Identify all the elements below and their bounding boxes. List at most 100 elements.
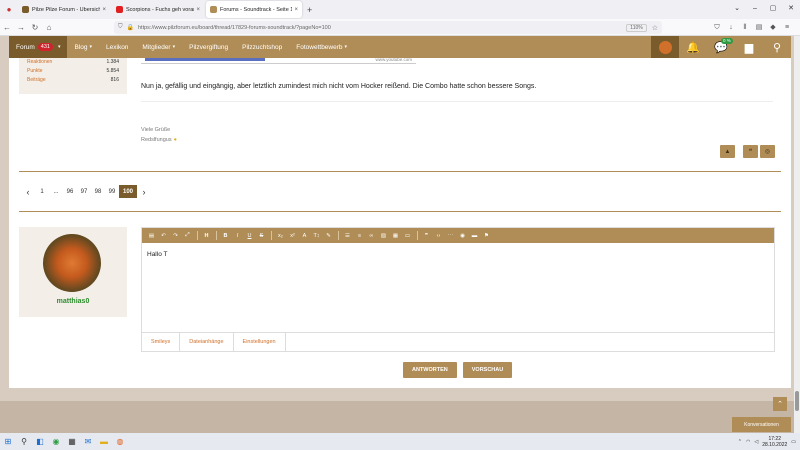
page-link[interactable]: 98 (91, 185, 105, 198)
superscript-button[interactable]: x² (287, 230, 298, 241)
tab-attachments[interactable]: Dateianhänge (180, 333, 234, 351)
quote-button[interactable]: ❝ (743, 145, 758, 158)
stat-label[interactable]: Punkte (27, 67, 43, 76)
page-link[interactable]: 96 (63, 185, 77, 198)
home-icon[interactable]: ⌂ (42, 23, 56, 32)
browser-tab[interactable]: Pilze Pilze Forum - Übersicht der× (18, 1, 110, 18)
search-icon[interactable]: ⚲ (16, 435, 32, 449)
redo-icon[interactable]: ↷ (170, 230, 181, 241)
code-icon[interactable]: ‹› (433, 230, 444, 241)
video-embed[interactable]: www.youtube.com (141, 57, 416, 64)
subscript-button[interactable]: x₂ (275, 230, 286, 241)
video-source[interactable]: www.youtube.com (375, 57, 412, 62)
quote-icon[interactable]: ❞ (421, 230, 432, 241)
address-bar[interactable]: ⛉ 🔒 https://www.pilzforum.eu/board/threa… (114, 21, 662, 34)
widgets-icon[interactable]: ◧ (32, 435, 48, 449)
bold-button[interactable]: B (220, 230, 231, 241)
username[interactable]: matthias0 (19, 298, 127, 305)
notes-button[interactable]: ▆ (735, 36, 763, 58)
back-icon[interactable]: ← (0, 23, 14, 32)
wifi-icon[interactable]: ◠ (746, 439, 750, 445)
prev-page-icon[interactable]: ‹ (21, 185, 35, 198)
nav-item-pilzzuchtshop[interactable]: Pilzzuchtshop (235, 36, 289, 58)
user-avatar-button[interactable] (651, 36, 679, 58)
screen-icon[interactable]: ▬ (469, 230, 480, 241)
list-icon[interactable]: ☰ (342, 230, 353, 241)
search-button[interactable]: ⚲ (763, 36, 791, 58)
flag-icon[interactable]: ⚑ (481, 230, 492, 241)
page-current[interactable]: 100 (119, 185, 137, 198)
conversations-button[interactable]: Konversationen (732, 417, 791, 432)
avatar[interactable] (43, 234, 101, 292)
submit-button[interactable]: ANTWORTEN (403, 362, 457, 378)
close-icon[interactable]: × (294, 7, 298, 13)
page-scrollbar[interactable] (794, 36, 800, 433)
minimize-icon[interactable]: – (746, 0, 764, 17)
table-icon[interactable]: ▦ (390, 230, 401, 241)
firefox-icon[interactable]: ◍ (112, 435, 128, 449)
firefox-view-icon[interactable]: ● (0, 5, 18, 14)
mail-icon[interactable]: ✉ (80, 435, 96, 449)
nav-item-lexikon[interactable]: Lexikon (99, 36, 135, 58)
zoom-level[interactable]: 110% (626, 23, 647, 32)
reply-button[interactable]: ◎ (760, 145, 775, 158)
stat-label[interactable]: Reaktionen (27, 58, 52, 67)
maximize-icon[interactable]: ▢ (764, 0, 782, 17)
calendar-icon[interactable]: ▦ (64, 435, 80, 449)
page-link[interactable]: 99 (105, 185, 119, 198)
pocket-icon[interactable]: ⛉ (710, 21, 724, 34)
media-icon[interactable]: ▭ (402, 230, 413, 241)
browser-tab[interactable]: Scorpions - Fuchs geh voran - AKBWARR× (112, 1, 204, 18)
font-color-button[interactable]: A (299, 230, 310, 241)
library-icon[interactable]: ⫴ (738, 21, 752, 34)
tray-chevron-icon[interactable]: ⌃ (738, 439, 742, 445)
tab-list-icon[interactable]: ⌄ (728, 0, 746, 17)
forward-icon[interactable]: → (14, 23, 28, 32)
tab-smileys[interactable]: Smileys (142, 333, 181, 351)
align-icon[interactable]: ≡ (354, 230, 365, 241)
notifications-button[interactable]: 🔔 (679, 36, 707, 58)
nav-item-blog[interactable]: Blog ▾ (67, 36, 99, 58)
font-size-button[interactable]: T↕ (311, 230, 322, 241)
dots-icon[interactable]: ⋯ (445, 230, 456, 241)
conversations-button[interactable]: 💬 0 % (707, 36, 735, 58)
bookmark-star-icon[interactable]: ☆ (652, 24, 658, 32)
editor-content[interactable]: Hallo T (142, 243, 774, 266)
start-icon[interactable]: ⊞ (0, 435, 16, 449)
report-button[interactable]: ▲ (720, 145, 735, 158)
page-link[interactable]: 1 (35, 185, 49, 198)
scrollbar-thumb[interactable] (795, 391, 799, 411)
preview-button[interactable]: VORSCHAU (462, 362, 513, 378)
fullscreen-icon[interactable]: ⤢ (182, 230, 193, 241)
close-icon[interactable]: × (196, 7, 200, 13)
chrome-icon[interactable]: ◉ (48, 435, 64, 449)
lock-icon[interactable]: 🔒 (127, 24, 134, 31)
nav-item-mitglieder[interactable]: Mitglieder ▾ (135, 36, 182, 58)
tab-settings[interactable]: Einstellungen (234, 333, 286, 351)
browser-tab-active[interactable]: Forums - Soundtrack - Seite 100 -× (206, 1, 302, 18)
close-window-icon[interactable]: ✕ (782, 0, 800, 17)
page-link[interactable]: 97 (77, 185, 91, 198)
notification-icon[interactable]: ▭ (791, 439, 796, 445)
reload-icon[interactable]: ↻ (28, 23, 42, 32)
stat-label[interactable]: Beiträge (27, 76, 46, 85)
heading-button[interactable]: H (201, 230, 212, 241)
download-icon[interactable]: ↓ (724, 21, 738, 34)
menu-icon[interactable]: ≡ (780, 21, 794, 34)
link-icon[interactable]: ∞ (366, 230, 377, 241)
extension-icon[interactable]: ◆ (766, 21, 780, 34)
shield-icon[interactable]: ⛉ (118, 24, 123, 31)
italic-button[interactable]: I (232, 230, 243, 241)
underline-button[interactable]: U (244, 230, 255, 241)
undo-icon[interactable]: ↶ (158, 230, 169, 241)
close-icon[interactable]: × (102, 7, 106, 13)
speaker-icon[interactable]: ◁ (754, 439, 758, 445)
strike-button[interactable]: S (256, 230, 267, 241)
explorer-icon[interactable]: ▬ (96, 435, 112, 449)
nav-item-pilzvergiftung[interactable]: Pilzvergiftung (182, 36, 235, 58)
nav-item-forum[interactable]: Forum 431 ▾ (9, 36, 68, 58)
new-tab-icon[interactable]: + (307, 5, 312, 15)
scroll-to-top-button[interactable]: ⌃ (773, 397, 787, 411)
doc-icon[interactable]: ▤ (146, 230, 157, 241)
image-icon[interactable]: ▨ (378, 230, 389, 241)
